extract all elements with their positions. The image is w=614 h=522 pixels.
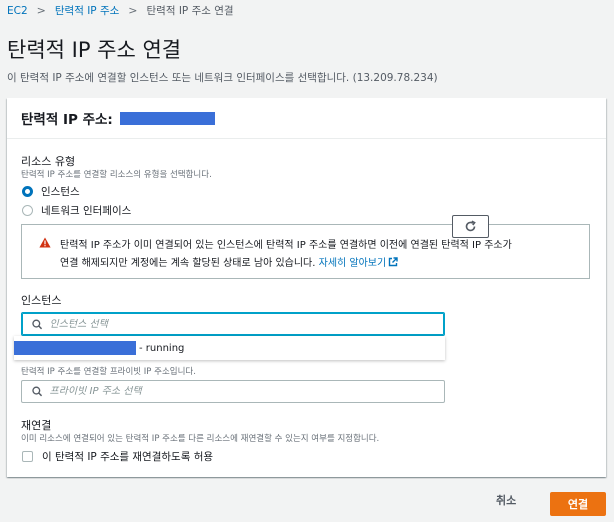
- breadcrumb-elastic-ips[interactable]: 탄력적 IP 주소: [55, 3, 119, 18]
- private-ip-hint: 탄력적 IP 주소를 연결할 프라이빗 IP 주소입니다.: [21, 367, 196, 377]
- instance-search-input[interactable]: [49, 318, 444, 330]
- associate-panel: 탄력적 IP 주소: 리소스 유형 탄력적 IP 주소를 연결할 리소스의 유형…: [7, 98, 606, 477]
- chevron-right-icon: >: [128, 4, 138, 17]
- private-ip-search-input[interactable]: [49, 386, 444, 397]
- refresh-icon: [465, 220, 476, 232]
- connect-button[interactable]: 연결: [550, 492, 606, 516]
- radio-instance-label: 인스턴스: [41, 186, 80, 198]
- warning-icon: [39, 237, 51, 248]
- panel-header: 탄력적 IP 주소:: [7, 98, 606, 139]
- instance-option-state[interactable]: - running: [139, 343, 184, 354]
- breadcrumb: EC2 > 탄력적 IP 주소 > 탄력적 IP 주소 연결: [7, 3, 234, 18]
- resource-type-label: 리소스 유형: [21, 155, 76, 168]
- instance-label: 인스턴스: [21, 294, 62, 307]
- reassociate-checkbox[interactable]: 이 탄력적 IP 주소를 재연결하도록 허용: [22, 449, 213, 464]
- learn-more-label[interactable]: 자세히 알아보기: [319, 258, 387, 269]
- checkbox-unchecked-icon[interactable]: [22, 451, 33, 462]
- page-title: 탄력적 IP 주소 연결: [7, 38, 182, 62]
- page-description: 이 탄력적 IP 주소에 연결할 인스턴스 또는 네트워크 인터페이스를 선택합…: [7, 72, 438, 84]
- search-icon: [32, 319, 43, 329]
- resource-type-hint: 탄력적 IP 주소를 연결할 리소스의 유형을 선택합니다.: [21, 170, 212, 180]
- chevron-right-icon: >: [36, 4, 46, 17]
- private-ip-select[interactable]: [21, 380, 445, 403]
- breadcrumb-current: 탄력적 IP 주소 연결: [146, 5, 234, 17]
- instance-select[interactable]: [21, 312, 445, 336]
- radio-network-interface[interactable]: 네트워크 인터페이스: [22, 203, 131, 218]
- alert-line-2: 연결 해제되지만 계정에는 계속 할당된 상태로 남아 있습니다.: [60, 258, 316, 269]
- reassociate-checkbox-label: 이 탄력적 IP 주소를 재연결하도록 허용: [42, 451, 214, 463]
- redacted-instance-id[interactable]: [14, 341, 136, 355]
- radio-unselected-icon[interactable]: [22, 205, 33, 216]
- panel-title: 탄력적 IP 주소:: [21, 112, 113, 128]
- external-link-icon[interactable]: [388, 257, 398, 267]
- breadcrumb-ec2[interactable]: EC2: [7, 5, 28, 17]
- warning-alert: 탄력적 IP 주소가 이미 연결되어 있는 인스턴스에 탄력적 IP 주소를 연…: [21, 224, 590, 279]
- reassociate-label: 재연결: [21, 419, 52, 432]
- redacted-ip: [119, 111, 215, 125]
- alert-line-1: 탄력적 IP 주소가 이미 연결되어 있는 인스턴스에 탄력적 IP 주소를 연…: [60, 240, 512, 251]
- instance-dropdown: - running: [14, 336, 445, 360]
- reassociate-hint: 이미 리소스에 연결되어 있는 탄력적 IP 주소를 다른 리소스에 재연결할 …: [21, 434, 380, 444]
- alert-text: 탄력적 IP 주소가 이미 연결되어 있는 인스턴스에 탄력적 IP 주소를 연…: [60, 237, 512, 273]
- learn-more-link[interactable]: 자세히 알아보기: [319, 257, 399, 269]
- radio-network-interface-label: 네트워크 인터페이스: [41, 205, 132, 217]
- radio-selected-icon[interactable]: [22, 186, 33, 197]
- refresh-button[interactable]: [452, 215, 489, 238]
- cancel-button[interactable]: 취소: [496, 492, 516, 508]
- search-icon: [32, 386, 43, 397]
- radio-instance[interactable]: 인스턴스: [22, 184, 80, 199]
